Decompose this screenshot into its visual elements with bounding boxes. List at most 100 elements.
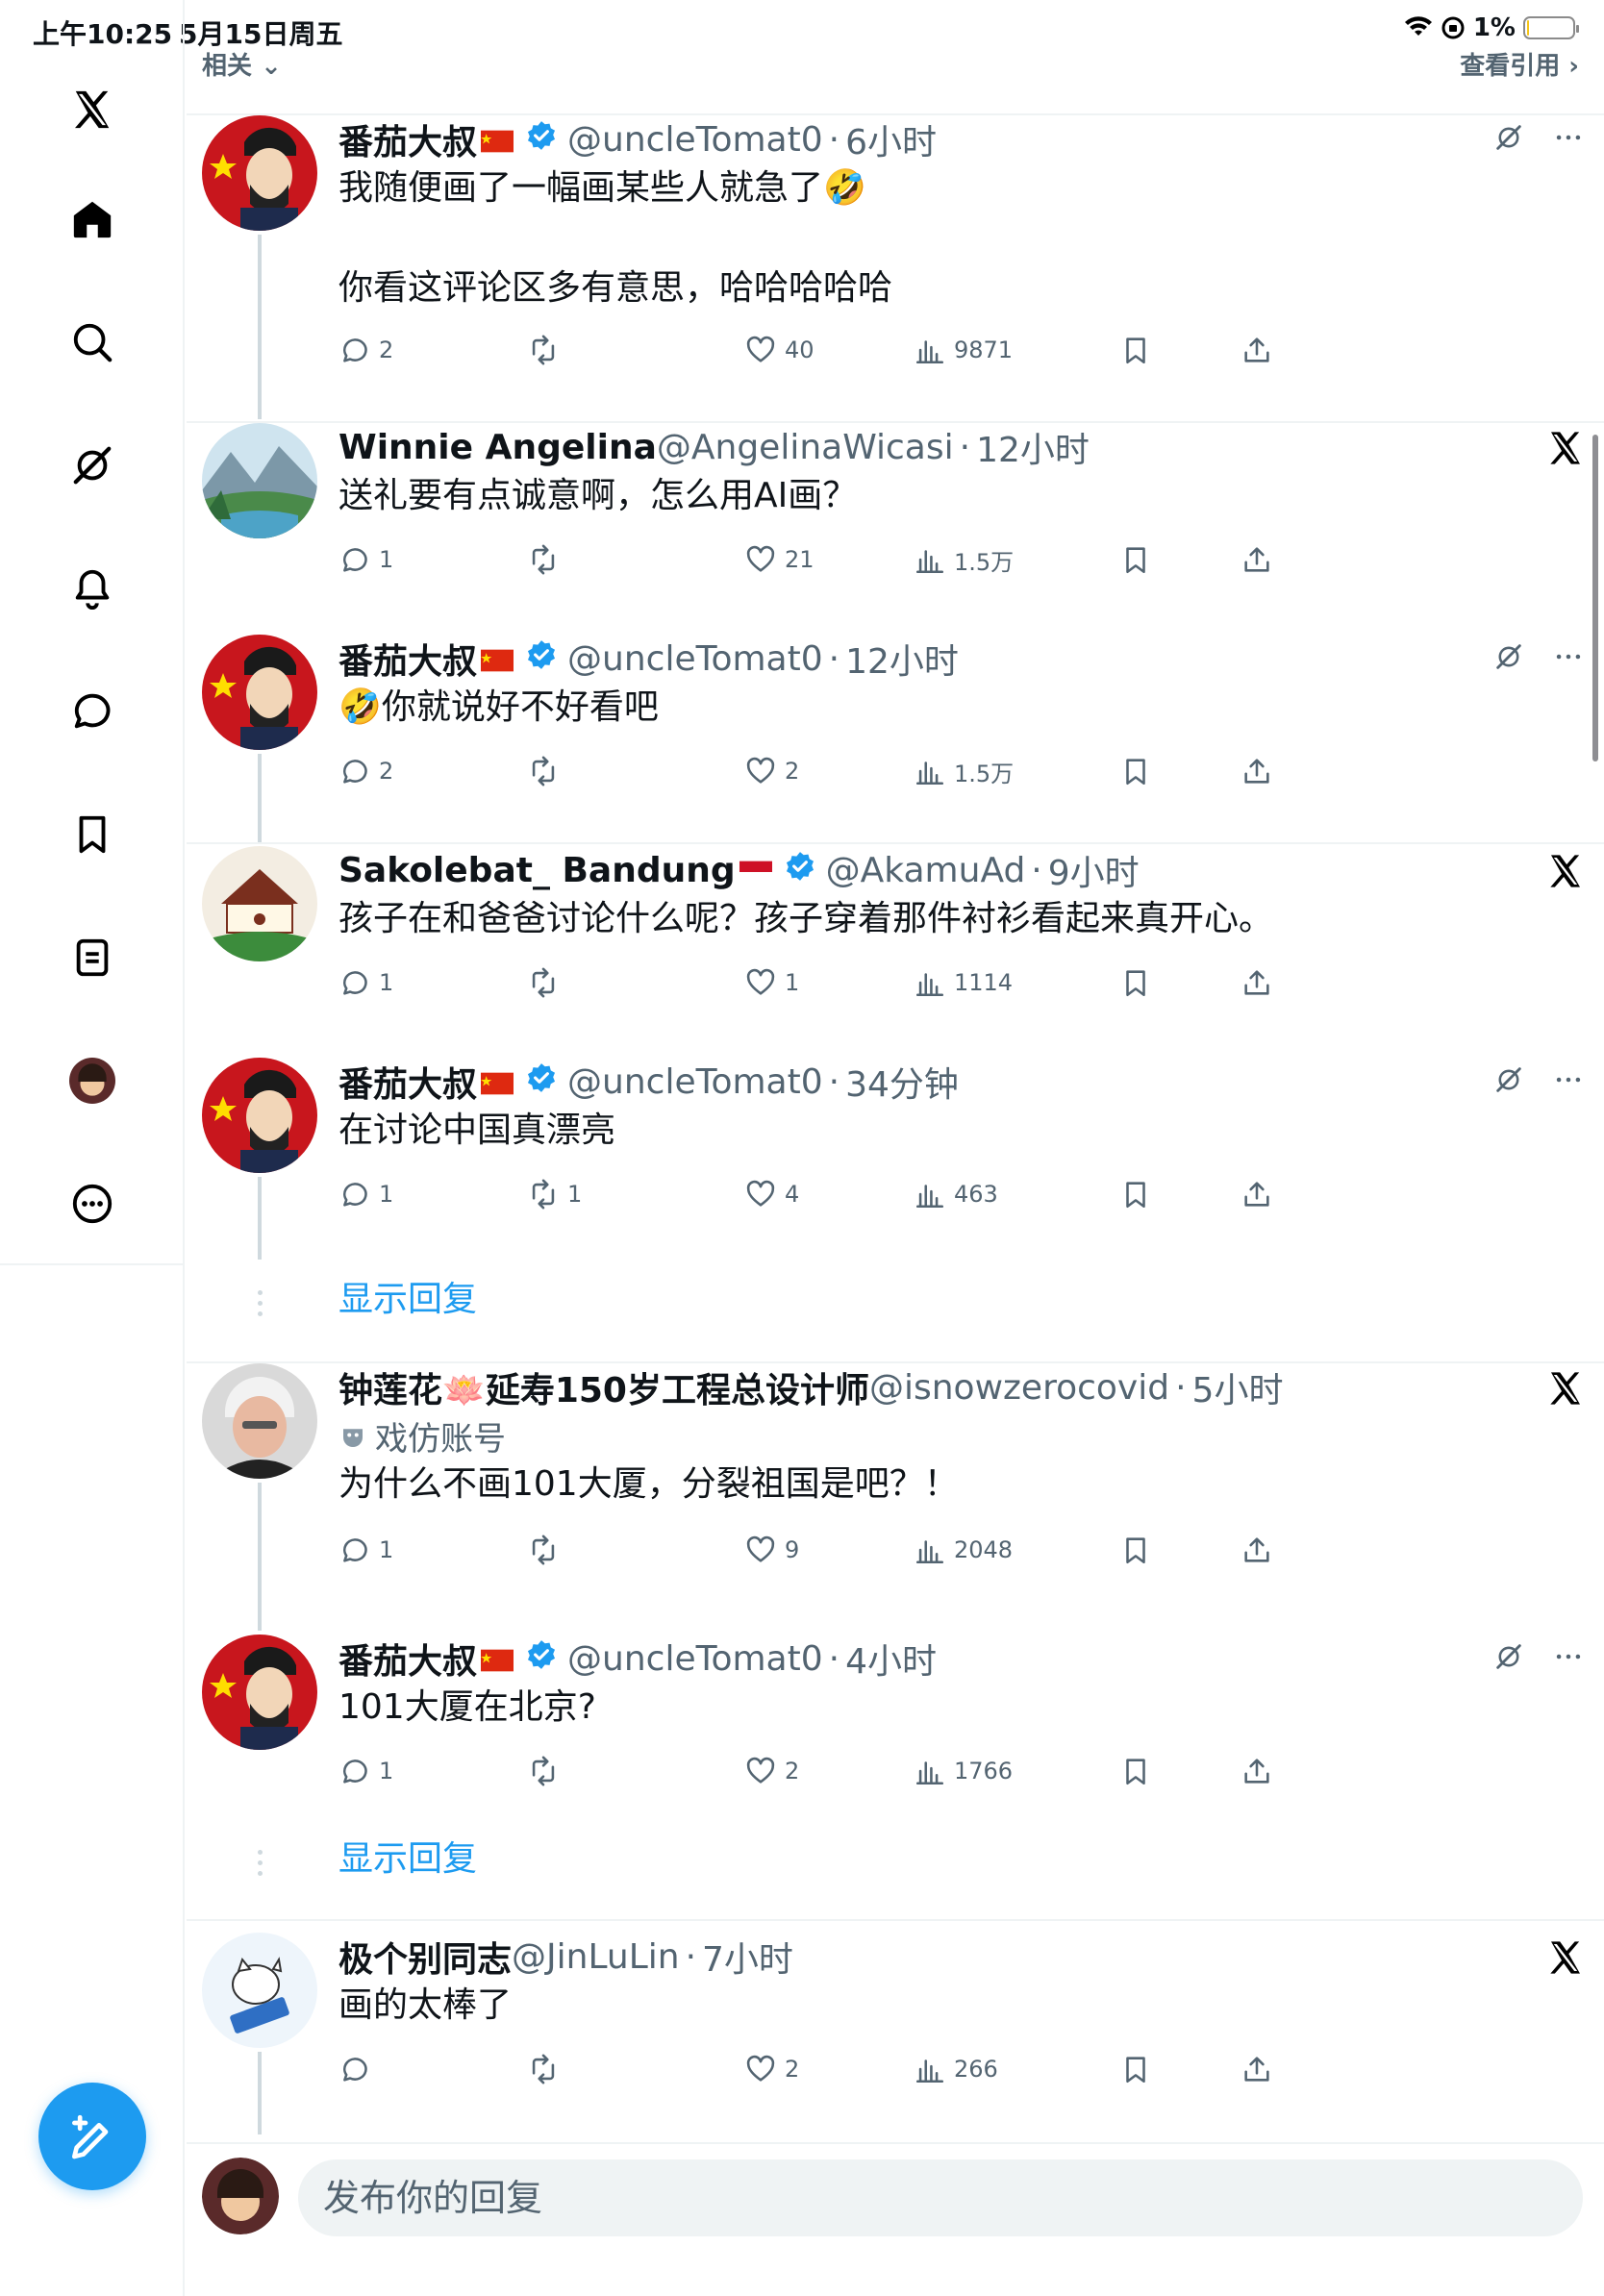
tweet-avatar[interactable] <box>202 1933 317 2048</box>
share-button[interactable] <box>1241 961 1273 1004</box>
tweet-time[interactable]: 12小时 <box>976 422 1090 472</box>
show-replies-link[interactable]: 显示回复 <box>338 1271 477 1321</box>
repost-button[interactable] <box>527 1529 567 1571</box>
reply-button[interactable]: 2 <box>338 750 393 792</box>
more-options-icon[interactable] <box>1552 640 1585 673</box>
author-handle[interactable]: @AngelinaWicasi <box>657 428 954 467</box>
views-button[interactable]: 2048 <box>914 1529 1013 1571</box>
author-handle[interactable]: @isnowzerocovid <box>869 1368 1169 1408</box>
author-name[interactable]: 番茄大叔 <box>338 1634 477 1684</box>
more-options-icon[interactable] <box>1552 1640 1585 1673</box>
like-button[interactable]: 9 <box>744 1529 799 1571</box>
author-name[interactable]: Sakolebat_ Bandung <box>338 851 736 890</box>
x-logo-icon[interactable] <box>58 75 127 144</box>
more-options-icon[interactable] <box>1552 121 1585 154</box>
bookmark-button[interactable] <box>1119 1529 1152 1571</box>
bookmark-button[interactable] <box>1119 750 1152 792</box>
reply-button[interactable]: 2 <box>338 329 393 371</box>
views-button[interactable]: 1114 <box>914 961 1013 1004</box>
repost-button[interactable]: 1 <box>527 1173 582 1215</box>
bookmark-button[interactable] <box>1119 538 1152 581</box>
more-icon[interactable] <box>58 1169 127 1238</box>
tweet-avatar[interactable] <box>202 1363 317 1479</box>
tweet-avatar[interactable] <box>202 423 317 538</box>
share-button[interactable] <box>1241 1750 1273 1792</box>
like-button[interactable]: 2 <box>744 2048 799 2090</box>
reply-button[interactable]: 1 <box>338 538 393 581</box>
more-options-icon[interactable] <box>1552 1063 1585 1096</box>
reply-input[interactable] <box>298 2159 1583 2236</box>
author-handle[interactable]: @JinLuLin <box>512 1937 680 1977</box>
repost-button[interactable] <box>527 750 567 792</box>
repost-button[interactable] <box>527 961 567 1004</box>
tweet-time[interactable]: 34分钟 <box>845 1057 959 1107</box>
share-button[interactable] <box>1241 1529 1273 1571</box>
profile-avatar[interactable] <box>58 1046 127 1115</box>
author-handle[interactable]: @uncleTomat0 <box>567 1639 823 1679</box>
author-name[interactable]: 番茄大叔 <box>338 1057 477 1107</box>
x-translate-icon[interactable] <box>1546 429 1585 467</box>
related-dropdown[interactable]: 相关 ⌄ <box>202 46 282 82</box>
views-button[interactable]: 9871 <box>914 329 1013 371</box>
reply-button[interactable]: 1 <box>338 1173 393 1215</box>
author-name[interactable]: 番茄大叔 <box>338 114 477 164</box>
view-quotes-link[interactable]: 查看引用 › <box>1460 46 1579 82</box>
like-button[interactable]: 2 <box>744 750 799 792</box>
tweet-avatar[interactable] <box>202 1635 317 1750</box>
like-button[interactable]: 4 <box>744 1173 799 1215</box>
grok-icon[interactable] <box>58 431 127 500</box>
views-button[interactable]: 1.5万 <box>914 750 1014 792</box>
tweet-time[interactable]: 9小时 <box>1048 845 1140 895</box>
author-name[interactable]: 钟莲花🪷延寿150岁工程总设计师 <box>338 1362 869 1412</box>
author-handle[interactable]: @uncleTomat0 <box>567 1062 823 1102</box>
compose-button[interactable] <box>38 2083 146 2190</box>
grok-icon[interactable] <box>1492 640 1525 673</box>
repost-button[interactable] <box>527 2048 567 2090</box>
bookmark-button[interactable] <box>1119 2048 1152 2090</box>
share-button[interactable] <box>1241 1173 1273 1215</box>
like-button[interactable]: 40 <box>744 329 815 371</box>
scrollbar[interactable] <box>1592 435 1598 761</box>
bookmark-button[interactable] <box>1119 1750 1152 1792</box>
search-icon[interactable] <box>58 308 127 377</box>
tweet-time[interactable]: 12小时 <box>845 634 959 684</box>
like-button[interactable]: 2 <box>744 1750 799 1792</box>
repost-button[interactable] <box>527 1750 567 1792</box>
tweet-avatar[interactable] <box>202 846 317 961</box>
author-handle[interactable]: @uncleTomat0 <box>567 120 823 160</box>
tweet-time[interactable]: 7小时 <box>702 1932 793 1982</box>
reply-button[interactable]: 1 <box>338 1529 393 1571</box>
author-name[interactable]: 极个别同志 <box>338 1932 512 1982</box>
grok-icon[interactable] <box>1492 1640 1525 1673</box>
tweet-time[interactable]: 5小时 <box>1192 1362 1284 1412</box>
x-translate-icon[interactable] <box>1546 1938 1585 1977</box>
reply-button[interactable] <box>338 2048 379 2090</box>
share-button[interactable] <box>1241 750 1273 792</box>
grok-icon[interactable] <box>1492 121 1525 154</box>
share-button[interactable] <box>1241 329 1273 371</box>
reply-button[interactable]: 1 <box>338 1750 393 1792</box>
notifications-icon[interactable] <box>58 554 127 623</box>
like-button[interactable]: 21 <box>744 538 815 581</box>
views-button[interactable]: 463 <box>914 1173 998 1215</box>
tweet-time[interactable]: 6小时 <box>845 114 937 164</box>
tweet-avatar[interactable] <box>202 635 317 750</box>
share-button[interactable] <box>1241 538 1273 581</box>
home-icon[interactable] <box>58 185 127 254</box>
views-button[interactable]: 266 <box>914 2048 998 2090</box>
author-name[interactable]: Winnie Angelina <box>338 428 657 467</box>
like-button[interactable]: 1 <box>744 961 799 1004</box>
bookmark-button[interactable] <box>1119 1173 1152 1215</box>
messages-icon[interactable] <box>58 677 127 746</box>
repost-button[interactable] <box>527 538 567 581</box>
author-handle[interactable]: @AkamuAd <box>826 851 1026 890</box>
grok-icon[interactable] <box>1492 1063 1525 1096</box>
bookmark-button[interactable] <box>1119 961 1152 1004</box>
x-translate-icon[interactable] <box>1546 1369 1585 1408</box>
tweet-avatar[interactable] <box>202 115 317 231</box>
share-button[interactable] <box>1241 2048 1273 2090</box>
author-name[interactable]: 番茄大叔 <box>338 634 477 684</box>
tweet-avatar[interactable] <box>202 1058 317 1173</box>
show-replies-link[interactable]: 显示回复 <box>338 1831 477 1881</box>
bookmarks-icon[interactable] <box>58 800 127 869</box>
